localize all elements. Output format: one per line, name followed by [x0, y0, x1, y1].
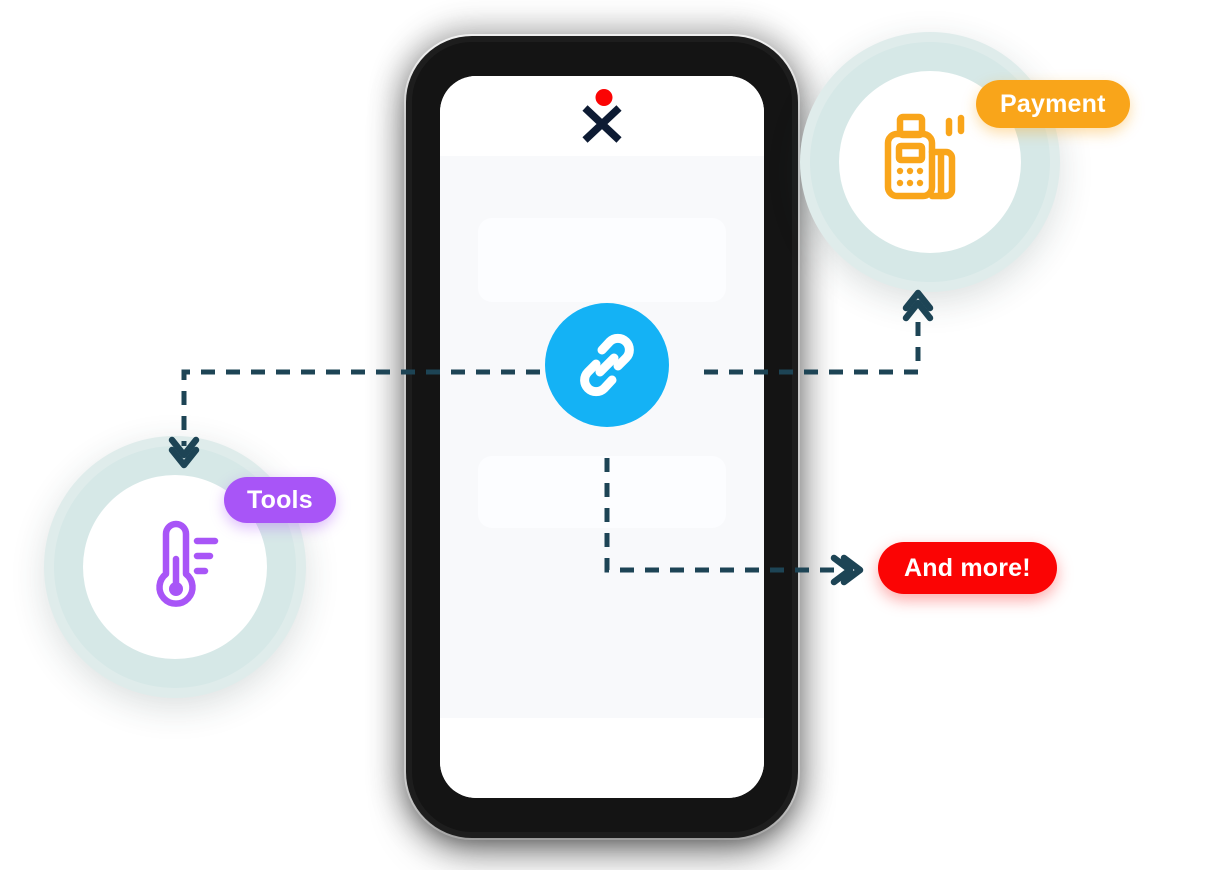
and-more-label-text: And more! — [904, 553, 1031, 582]
thermometer-icon — [156, 520, 219, 607]
and-more-label-pill[interactable]: And more! — [878, 542, 1057, 594]
arrowhead-right-and-more — [830, 554, 854, 586]
arrowhead-up-payment-2 — [902, 289, 934, 312]
logo-dot — [595, 89, 613, 106]
tools-node-bubble[interactable] — [44, 436, 306, 698]
tools-label-pill[interactable]: Tools — [224, 477, 336, 523]
logo-x-strokes — [582, 105, 622, 143]
payment-label-pill[interactable]: Payment — [976, 80, 1130, 128]
app-header — [440, 76, 764, 156]
placeholder-card — [478, 456, 726, 528]
payment-node-bubble[interactable] — [800, 32, 1060, 292]
tools-label-text: Tools — [247, 485, 313, 514]
link-hub-node[interactable] — [545, 303, 669, 427]
placeholder-card — [478, 218, 726, 302]
arrowhead-right-and-more-2 — [840, 554, 864, 586]
payment-label-text: Payment — [1000, 89, 1106, 118]
payment-terminal-icon — [884, 113, 965, 200]
arrowhead-up-payment — [902, 299, 934, 322]
brand-x-logo — [579, 88, 625, 144]
phone-screen — [440, 76, 764, 798]
keypad-dots — [896, 167, 924, 187]
smartphone-mockup — [412, 42, 792, 832]
app-footer-area — [440, 718, 764, 798]
link-icon — [580, 333, 634, 397]
illustration-canvas: Payment Tools And more! — [0, 0, 1220, 870]
thermometer-bulb — [169, 582, 183, 596]
app-content-area — [440, 156, 764, 718]
